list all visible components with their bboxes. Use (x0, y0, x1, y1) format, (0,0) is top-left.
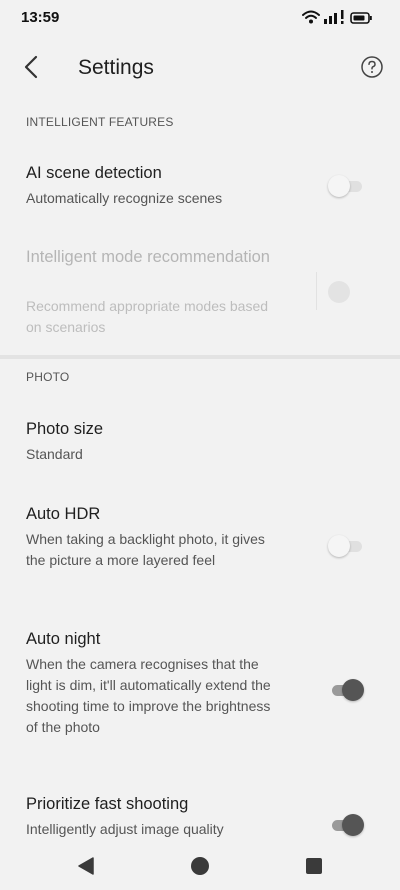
setting-description: When the camera recognises that the ligh… (26, 656, 271, 735)
help-button[interactable] (360, 55, 384, 84)
nav-back-button[interactable] (71, 853, 101, 883)
nav-home-button[interactable] (185, 853, 215, 883)
home-circle-icon (190, 856, 210, 881)
nav-recents-button[interactable] (299, 853, 329, 883)
wifi-icon (302, 10, 320, 29)
section-header-intelligent: INTELLIGENT FEATURES (26, 115, 174, 129)
setting-title: Prioritize fast shooting (26, 795, 189, 813)
back-button[interactable] (16, 54, 46, 84)
setting-intelligent-mode-recommendation: Intelligent mode recommendation Recommen… (0, 240, 400, 345)
status-icons (302, 10, 372, 29)
back-triangle-icon (77, 856, 95, 880)
auto-night-toggle[interactable] (328, 679, 364, 701)
system-nav-bar (0, 845, 400, 890)
page-title: Settings (78, 56, 154, 79)
setting-title: Auto night (26, 630, 101, 648)
status-bar: 13:59 (0, 0, 400, 38)
setting-title: AI scene detection (26, 164, 162, 182)
setting-auto-night[interactable]: Auto night When the camera recognises th… (0, 620, 400, 760)
help-circle-icon (360, 55, 384, 84)
setting-title: Intelligent mode recommendation (26, 248, 270, 266)
setting-description: Recommend appropriate modes based on sce… (26, 298, 269, 335)
setting-description: Automatically recognize scenes (26, 190, 223, 206)
chevron-left-icon (23, 55, 39, 84)
setting-photo-size[interactable]: Photo size Standard (0, 410, 400, 480)
setting-description: When taking a backlight photo, it gives … (26, 531, 265, 568)
ai-scene-detection-toggle[interactable] (328, 175, 362, 197)
section-divider (0, 355, 400, 359)
setting-ai-scene-detection[interactable]: AI scene detection Automatically recogni… (0, 155, 400, 225)
setting-title: Auto HDR (26, 505, 101, 523)
setting-title: Photo size (26, 420, 104, 438)
setting-auto-hdr[interactable]: Auto HDR When taking a backlight photo, … (0, 495, 400, 595)
vertical-divider (316, 272, 317, 310)
setting-prioritize-fast-shooting[interactable]: Prioritize fast shooting Intelligently a… (0, 785, 400, 845)
signal-icon (324, 10, 346, 29)
recents-square-icon (305, 857, 323, 880)
intelligent-mode-recommendation-toggle (328, 281, 362, 303)
auto-hdr-toggle[interactable] (328, 535, 362, 557)
setting-description: Intelligently adjust image quality (26, 821, 224, 837)
app-bar: Settings (0, 40, 400, 100)
section-header-photo: PHOTO (26, 370, 70, 384)
status-time: 13:59 (21, 9, 60, 26)
battery-icon (350, 11, 372, 29)
setting-value: Standard (26, 446, 83, 462)
prioritize-fast-shooting-toggle[interactable] (328, 814, 364, 836)
